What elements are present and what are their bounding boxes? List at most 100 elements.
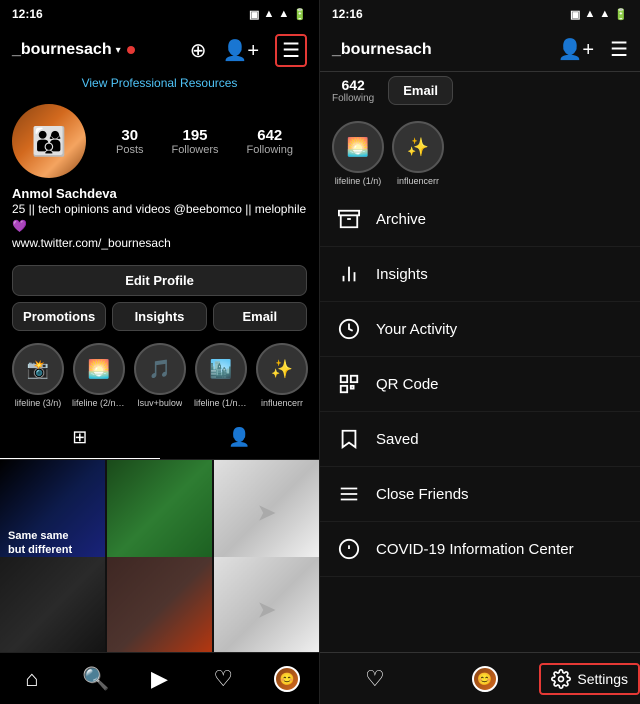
- menu-list: Archive Insights Your Activity: [320, 192, 640, 652]
- notification-dot: [127, 46, 135, 54]
- grid-cell[interactable]: ➤: [214, 460, 319, 565]
- profile-nav-item[interactable]: 😊: [255, 653, 319, 704]
- followers-label: Followers: [171, 144, 218, 156]
- story-circle: 🎵: [134, 343, 186, 395]
- grid-cell[interactable]: [0, 557, 105, 652]
- right-btn-row: 642 Following Email: [320, 72, 640, 115]
- stat-following-right: 642 Following: [332, 77, 374, 104]
- tagged-tab[interactable]: 👤: [160, 417, 320, 459]
- stats-row: 30 Posts 195 Followers 642 Following: [102, 127, 307, 156]
- story-item[interactable]: 🏙️ lifeline (1/n) 😊: [194, 343, 248, 409]
- search-icon: 🔍: [82, 666, 109, 692]
- menu-item-close-friends[interactable]: Close Friends: [320, 467, 640, 522]
- saved-icon: [336, 426, 362, 452]
- bottom-nav-right: ♡ 😊 Settings: [320, 652, 640, 704]
- following-count: 642: [257, 127, 282, 144]
- pro-resources-text: View Professional Resources: [82, 76, 238, 90]
- status-bar-left: 12:16 ▣ ▲ ▲ 🔋: [0, 0, 319, 28]
- stories-row: 📸 lifeline (3/n) 🌅 lifeline (2/n) 😊 🎵 ls…: [0, 335, 319, 417]
- avatar-image: 👨‍👩‍👦: [12, 104, 86, 178]
- story-label-r: influencerr: [397, 176, 439, 186]
- grid-cell[interactable]: [107, 557, 212, 652]
- reels-nav-item[interactable]: ▶: [128, 653, 192, 704]
- heart-icon: ♡: [213, 666, 233, 692]
- profile-name: Anmol Sachdeva: [12, 186, 307, 201]
- following-label-right: Following: [332, 93, 374, 104]
- settings-button[interactable]: Settings: [539, 663, 640, 695]
- wifi-icon: ▲: [264, 8, 275, 20]
- grid-cell[interactable]: ➤: [214, 557, 319, 652]
- story-label: lifeline (3/n): [15, 398, 62, 408]
- story-item[interactable]: 📸 lifeline (3/n): [12, 343, 64, 409]
- story-item[interactable]: 🌅 lifeline (2/n) 😊: [72, 343, 126, 409]
- pro-resources-bar[interactable]: View Professional Resources: [0, 72, 319, 94]
- time-left: 12:16: [12, 7, 43, 21]
- following-count-right: 642: [341, 77, 364, 93]
- menu-item-archive[interactable]: Archive: [320, 192, 640, 247]
- insights-button[interactable]: Insights: [112, 302, 206, 331]
- search-nav-item[interactable]: 🔍: [64, 653, 128, 704]
- status-icons-left: ▣ ▲ ▲ 🔋: [249, 8, 307, 21]
- grid-cell[interactable]: Same samebut different: [0, 460, 105, 565]
- story-label: lifeline (1/n) 😊: [194, 398, 248, 409]
- story-item[interactable]: 🎵 lsuv+bulow: [134, 343, 186, 409]
- profile-info: Anmol Sachdeva 25 || tech opinions and v…: [12, 186, 307, 251]
- avatar[interactable]: 👨‍👩‍👦: [12, 104, 86, 178]
- story-item-r[interactable]: 🌅 lifeline (1/n): [332, 121, 384, 186]
- menu-item-saved[interactable]: Saved: [320, 412, 640, 467]
- home-icon: ⌂: [25, 666, 38, 692]
- menu-item-insights[interactable]: Insights: [320, 247, 640, 302]
- left-panel: 12:16 ▣ ▲ ▲ 🔋 _bournesach ▾ ⊕ 👤+ ☰ View …: [0, 0, 320, 704]
- add-post-icon[interactable]: ⊕: [190, 38, 207, 63]
- signal-icon: ▲: [278, 8, 289, 20]
- menu-icon-r[interactable]: ☰: [610, 37, 628, 62]
- status-icons-right: ▣ ▲ ▲ 🔋: [570, 8, 628, 21]
- home-nav-item[interactable]: ⌂: [0, 653, 64, 704]
- settings-label: Settings: [577, 671, 628, 687]
- right-nav-icons: 👤+ ☰: [557, 37, 628, 62]
- heart-nav-right[interactable]: ♡: [320, 653, 430, 704]
- followers-count: 195: [182, 127, 207, 144]
- right-stories: 🌅 lifeline (1/n) ✨ influencerr: [320, 115, 640, 192]
- insights-label: Insights: [376, 266, 428, 283]
- nav-icons-left: ⊕ 👤+ ☰: [190, 34, 307, 67]
- insights-icon: [336, 261, 362, 287]
- close-friends-icon: [336, 481, 362, 507]
- archive-label: Archive: [376, 211, 426, 228]
- email-btn-right[interactable]: Email: [388, 76, 453, 105]
- signal-icon-r: ▲: [599, 8, 610, 20]
- stat-followers[interactable]: 195 Followers: [171, 127, 218, 156]
- menu-icon[interactable]: ☰: [275, 34, 307, 67]
- profile-nav-right[interactable]: 😊: [430, 653, 540, 704]
- story-circle: 🌅: [73, 343, 125, 395]
- likes-nav-item[interactable]: ♡: [191, 653, 255, 704]
- story-label: lsuv+bulow: [138, 398, 183, 408]
- stat-following[interactable]: 642 Following: [247, 127, 293, 156]
- menu-item-covid[interactable]: COVID-19 Information Center: [320, 522, 640, 577]
- grid-tab[interactable]: ⊞: [0, 417, 160, 459]
- sim-icon: ▣: [249, 8, 259, 21]
- story-circle: 🏙️: [195, 343, 247, 395]
- profile-username: _bournesach: [12, 41, 112, 59]
- menu-item-qrcode[interactable]: QR Code: [320, 357, 640, 412]
- covid-icon: [336, 536, 362, 562]
- qrcode-label: QR Code: [376, 376, 439, 393]
- menu-item-activity[interactable]: Your Activity: [320, 302, 640, 357]
- edit-profile-button[interactable]: Edit Profile: [12, 265, 307, 296]
- close-friends-label: Close Friends: [376, 486, 469, 503]
- archive-icon: [336, 206, 362, 232]
- story-label-r: lifeline (1/n): [335, 176, 382, 186]
- add-person-icon-r[interactable]: 👤+: [557, 37, 594, 62]
- reels-icon: ▶: [151, 666, 168, 692]
- story-item[interactable]: ✨ influencerr: [256, 343, 308, 409]
- email-button[interactable]: Email: [213, 302, 307, 331]
- right-panel: 12:16 ▣ ▲ ▲ 🔋 _bournesach 👤+ ☰ 642 Follo…: [320, 0, 640, 704]
- bottom-nav-left: ⌂ 🔍 ▶ ♡ 😊: [0, 652, 319, 704]
- grid-cell[interactable]: [107, 460, 212, 565]
- qrcode-icon: [336, 371, 362, 397]
- battery-icon: 🔋: [293, 8, 307, 21]
- add-person-icon[interactable]: 👤+: [222, 38, 259, 63]
- stat-posts: 30 Posts: [116, 127, 144, 156]
- promotions-button[interactable]: Promotions: [12, 302, 106, 331]
- story-item-r[interactable]: ✨ influencerr: [392, 121, 444, 186]
